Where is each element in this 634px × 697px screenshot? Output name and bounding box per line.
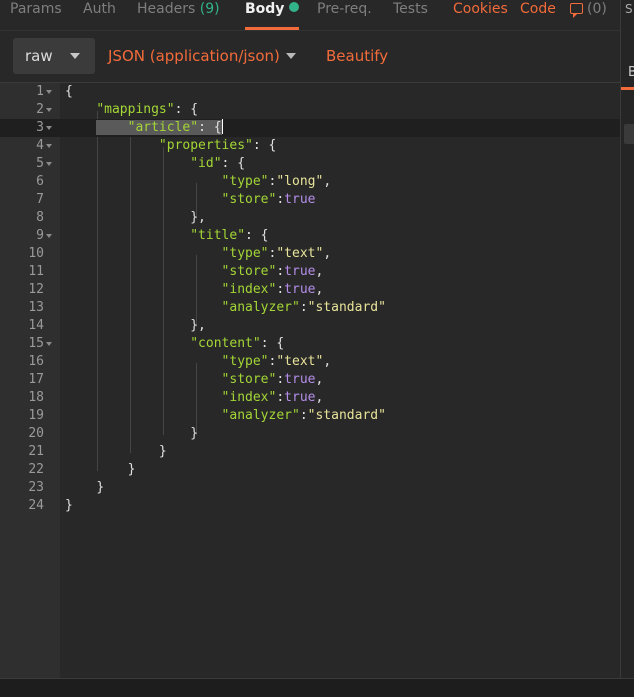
tab-params[interactable]: Params <box>10 0 62 30</box>
code-line: 6 "type":"long", <box>36 174 332 189</box>
chevron-down-icon <box>286 53 296 59</box>
side-panel-button[interactable] <box>624 124 634 144</box>
side-panel-top-label: S <box>625 2 633 16</box>
code-editor[interactable]: 1 { 2 "mappings": { 3 "article": { 4 "pr… <box>0 82 620 679</box>
right-side-panel: S B <box>620 0 634 680</box>
code-line: 7 "store":true <box>36 192 316 207</box>
tab-auth[interactable]: Auth <box>83 0 116 30</box>
code-line: 1 { <box>36 84 73 99</box>
fold-arrow-icon[interactable] <box>46 234 52 238</box>
comment-icon <box>570 3 583 18</box>
code-line: 16 "type":"text", <box>28 354 332 369</box>
request-tabs: Params Auth Headers (9) Body Pre-req. Te… <box>0 0 620 30</box>
tab-headers[interactable]: Headers (9) <box>137 0 220 30</box>
code-line: 10 "type":"text", <box>28 246 332 261</box>
code-line: 24 } <box>28 498 73 513</box>
code-line: 15 "content": { <box>28 336 285 351</box>
code-line: 18 "index":true, <box>28 390 324 405</box>
code-line: 11 "store":true, <box>28 264 324 279</box>
body-type-select[interactable]: raw <box>13 38 95 74</box>
code-line: 14 }, <box>28 318 206 333</box>
status-bar <box>0 678 634 697</box>
code-line: 12 "index":true, <box>28 282 324 297</box>
cookies-link[interactable]: Cookies <box>453 0 508 30</box>
beautify-button[interactable]: Beautify <box>326 38 388 74</box>
code-line: 19 "analyzer":"standard" <box>28 408 386 423</box>
code-line: 2 "mappings": { <box>36 102 199 117</box>
side-panel-tab[interactable]: B <box>621 58 634 90</box>
comments-button[interactable]: (0) <box>570 0 607 30</box>
code-line: 21 } <box>28 444 167 459</box>
code-line: 22 } <box>28 462 136 477</box>
text-cursor <box>221 119 223 134</box>
body-modified-dot <box>289 2 300 12</box>
fold-arrow-icon[interactable] <box>46 144 52 148</box>
headers-count: (9) <box>199 1 220 17</box>
chevron-down-icon <box>70 53 80 59</box>
code-line: 5 "id": { <box>36 156 246 171</box>
code-line-current: 3 "article": { <box>0 119 620 137</box>
code-line: 8 }, <box>36 210 206 225</box>
code-line: 23 } <box>28 480 105 495</box>
fold-arrow-icon[interactable] <box>46 126 52 130</box>
code-line: 13 "analyzer":"standard" <box>28 300 386 315</box>
tab-body[interactable]: Body <box>245 0 300 30</box>
tab-tests[interactable]: Tests <box>393 0 428 30</box>
code-line: 4 "properties": { <box>36 138 277 153</box>
fold-arrow-icon[interactable] <box>46 342 52 346</box>
code-link[interactable]: Code <box>520 0 556 30</box>
code-line: 20 } <box>28 426 199 441</box>
fold-arrow-icon[interactable] <box>46 108 52 112</box>
code-line: 9 "title": { <box>36 228 269 243</box>
body-toolbar: raw JSON (application/json) Beautify <box>0 30 620 80</box>
fold-arrow-icon[interactable] <box>46 162 52 166</box>
code-line: 17 "store":true, <box>28 372 324 387</box>
fold-arrow-icon[interactable] <box>46 90 52 94</box>
content-type-select[interactable]: JSON (application/json) <box>108 38 296 74</box>
tab-prereq[interactable]: Pre-req. <box>317 0 372 30</box>
